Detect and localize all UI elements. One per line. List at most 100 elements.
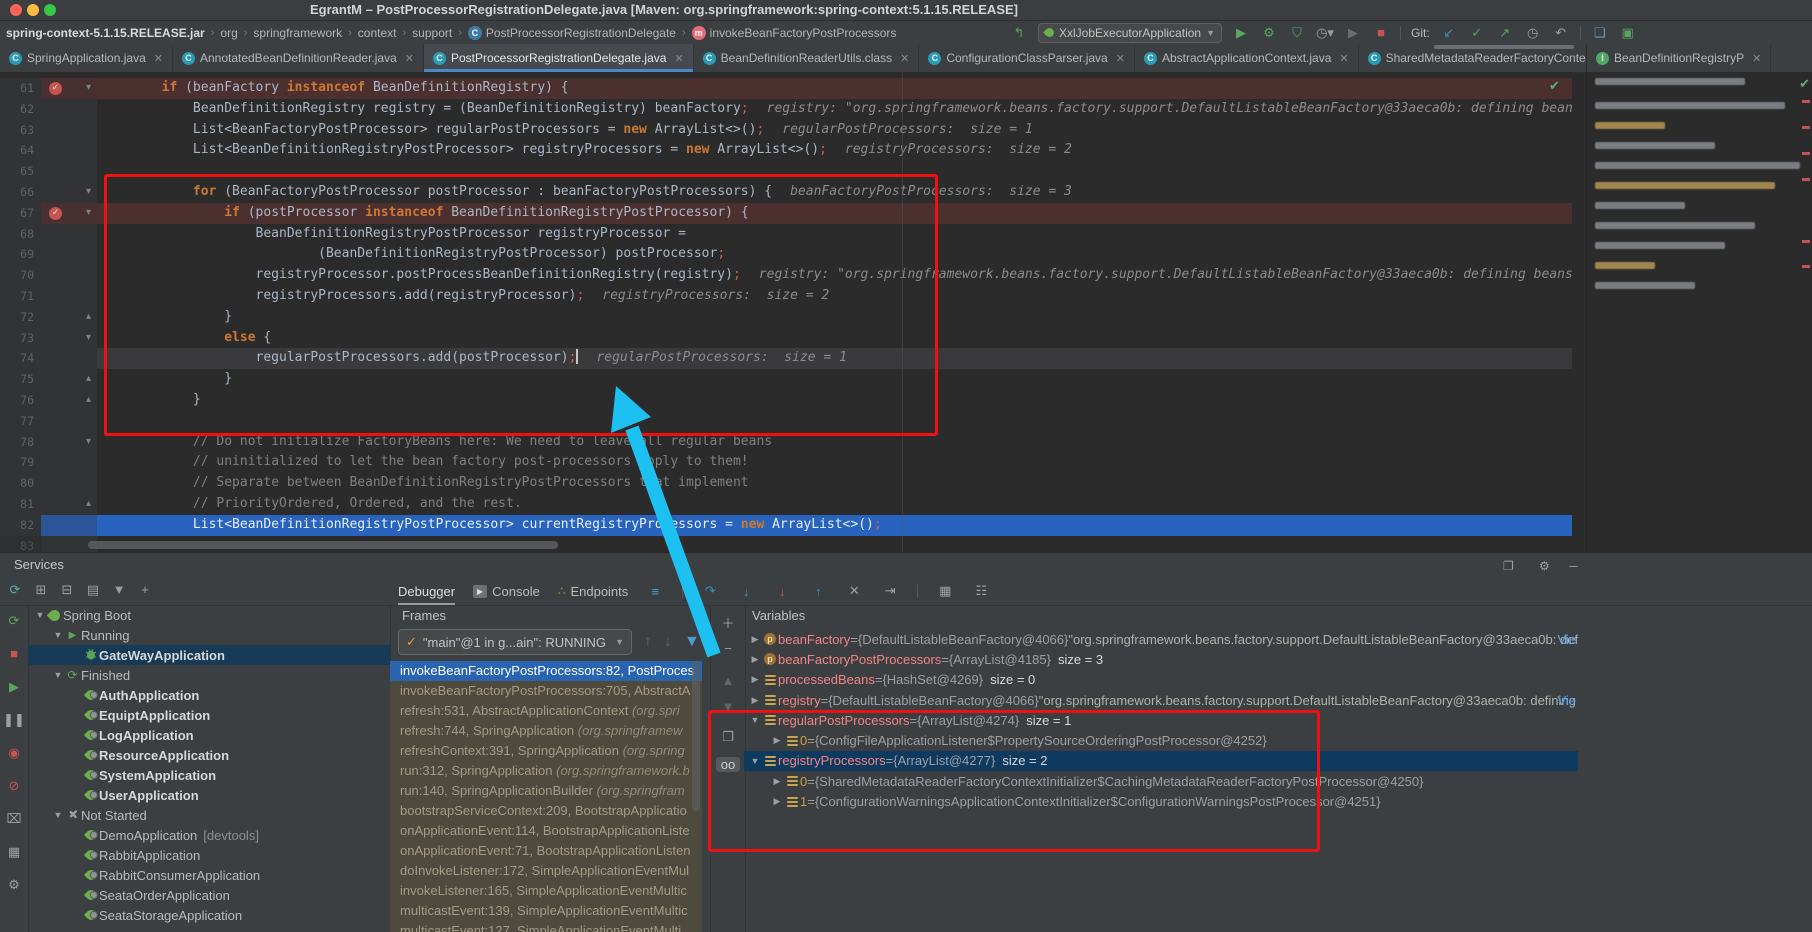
code-line[interactable]: 75▴ } [0,369,1572,390]
remove-watch-icon[interactable]: − [711,641,745,656]
stack-frame-row[interactable]: onApplicationEvent:114, BootstrapApplica… [390,821,702,841]
frames-scrollbar[interactable] [692,661,700,811]
code-line[interactable]: 81▴ // PriorityOrdered, Ordered, and the… [0,494,1572,515]
thread-dump-icon[interactable]: ⌧ [0,811,28,827]
variable-row[interactable]: ▶0 = {SharedMetadataReaderFactoryContext… [744,771,1578,791]
stack-frame-row[interactable]: invokeBeanFactoryPostProcessors:705, Abs… [390,681,702,701]
tool-windows-icon[interactable]: ❏ [1591,25,1609,41]
stack-frame-row[interactable]: invokeBeanFactoryPostProcessors:82, Post… [390,661,702,681]
code-line[interactable]: 78▾ // Do not initialize FactoryBeans he… [0,432,1572,453]
expand-all-icon[interactable]: ⊞ [32,582,50,598]
mute-breakpoints-icon[interactable]: ⊘ [0,778,28,794]
stack-frame-row[interactable]: onApplicationEvent:71, BootstrapApplicat… [390,841,702,861]
services-tree-item[interactable]: SeataOrderApplication [28,885,390,905]
view-breakpoints-icon[interactable]: ◉ [0,745,28,761]
filter-icon[interactable]: ▼ [110,582,128,597]
run-configuration-select[interactable]: XxlJobExecutorApplication ▼ [1038,23,1222,43]
code-line[interactable]: 64 List<BeanDefinitionRegistryPostProces… [0,140,1572,161]
code-line[interactable]: 77 [0,411,1572,432]
tree-expander-icon[interactable]: ▶ [748,674,762,685]
code-line[interactable]: 68 BeanDefinitionRegistryPostProcessor r… [0,224,1572,245]
code-line[interactable]: 73▾ else { [0,328,1572,349]
collapse-all-icon[interactable]: ⊟ [58,582,76,598]
tree-expander-icon[interactable]: ▼ [52,630,64,640]
breakpoint-icon[interactable]: ✓ [49,82,62,95]
code-fold-icon[interactable]: ▾ [86,203,91,224]
editor-horizontal-scrollbar[interactable] [88,541,558,549]
close-tab-icon[interactable]: ✕ [1752,52,1761,65]
code-line[interactable]: 70 registryProcessor.postProcessBeanDefi… [0,265,1572,286]
git-push-icon[interactable]: ↗ [1496,25,1514,41]
tree-expander-icon[interactable]: ▼ [34,610,46,620]
dump-grid-icon[interactable]: ▦ [0,844,28,860]
run-anything-icon[interactable]: ▣ [1619,25,1637,41]
stack-frame-row[interactable]: bootstrapServiceContext:209, BootstrapAp… [390,801,702,821]
step-over-icon[interactable]: ↷ [701,583,719,599]
hide-panel-icon[interactable]: ─ [1569,559,1578,573]
debug-settings-gear-icon[interactable]: ⚙ [0,877,28,893]
stack-frame-row[interactable]: refreshContext:391, SpringApplication (o… [390,741,702,761]
close-tab-icon[interactable]: ✕ [154,52,163,65]
settings-matrix-icon[interactable]: ☷ [972,583,990,599]
close-tab-icon[interactable]: ✕ [1339,52,1348,65]
editor-tab[interactable]: CSpringApplication.java✕ [0,44,173,72]
profiler-button[interactable]: ◷▾ [1316,25,1334,41]
stack-frame-row[interactable]: doInvokeListener:172, SimpleApplicationE… [390,861,702,881]
code-line[interactable]: 82 List<BeanDefinitionRegistryPostProces… [0,515,1572,536]
minimize-window-icon[interactable] [27,4,39,16]
tree-expander-icon[interactable]: ▶ [770,796,784,807]
code-fold-icon[interactable]: ▴ [86,390,91,411]
stack-frame-row[interactable]: run:140, SpringApplicationBuilder (org.s… [390,781,702,801]
variable-row[interactable]: ▶0 = {ConfigFileApplicationListener$Prop… [744,730,1578,750]
float-window-icon[interactable]: ❐ [1503,559,1514,573]
git-update-icon[interactable]: ↙ [1440,25,1458,41]
layout-settings-icon[interactable]: ≡ [646,584,664,599]
code-fold-icon[interactable]: ▾ [86,78,91,99]
evaluate-expression-icon[interactable]: ▦ [936,583,954,599]
gear-icon[interactable]: ⚙ [1539,559,1550,573]
services-tree-item[interactable]: RabbitConsumerApplication [28,865,390,885]
code-line[interactable]: 80 // Separate between BeanDefinitionReg… [0,473,1572,494]
services-tree-item[interactable]: SeataStorageApplication [28,905,390,925]
editor-tab[interactable]: CAbstractApplicationContext.java✕ [1135,44,1359,72]
code-fold-icon[interactable]: ▾ [86,182,91,203]
close-tab-icon[interactable]: ✕ [900,52,909,65]
variable-row[interactable]: ▼registryProcessors = {ArrayList@4277} s… [744,751,1578,771]
run-to-cursor-icon[interactable]: ⇥ [881,583,899,599]
group-by-icon[interactable]: ▤ [84,582,102,598]
services-tree-item[interactable]: LogApplication [28,725,390,745]
drop-frame-icon[interactable]: ✕ [845,583,863,599]
close-tab-icon[interactable]: ✕ [1116,52,1125,65]
step-out-icon[interactable]: ↑ [809,584,827,599]
services-tree-item[interactable]: ResourceApplication [28,745,390,765]
git-commit-icon[interactable]: ✓ [1468,25,1486,41]
code-fold-icon[interactable]: ▾ [86,432,91,453]
resume-program-icon[interactable]: ▶ [0,679,28,695]
history-icon[interactable]: ◷ [1524,25,1542,41]
stack-frame-row[interactable]: refresh:531, AbstractApplicationContext … [390,701,702,721]
force-step-into-icon[interactable]: ↓ [773,584,791,599]
variable-row[interactable]: ▶pbeanFactory = {DefaultListableBeanFact… [744,629,1578,649]
services-tree-item[interactable]: GateWayApplication [28,645,390,665]
step-into-icon[interactable]: ↓ [737,584,755,599]
breadcrumb-item[interactable]: context [358,26,397,40]
services-tree-item[interactable]: SystemApplication [28,765,390,785]
breadcrumb-item[interactable]: spring-context-5.1.15.RELEASE.jar [6,26,205,40]
run-button[interactable]: ▶ [1232,25,1250,41]
editor-tab[interactable]: CAnnotatedBeanDefinitionReader.java✕ [173,44,424,72]
services-tree-item[interactable]: ▼⟳Finished [28,665,390,685]
services-tree-item[interactable]: ▼Spring Boot [28,605,390,625]
tree-expander-icon[interactable]: ▼ [52,810,64,820]
close-window-icon[interactable] [10,4,22,16]
breadcrumb-item[interactable]: invokeBeanFactoryPostProcessors [710,26,897,40]
code-line[interactable]: 76▴ } [0,390,1572,411]
code-line[interactable]: 61✓▾ if (beanFactory instanceof BeanDefi… [0,78,1572,99]
stack-frame-row[interactable]: multicastEvent:127, SimpleApplicationEve… [390,921,702,932]
duplicate-watch-icon[interactable]: ❐ [711,729,745,745]
stack-frame-row[interactable]: run:312, SpringApplication (org.springfr… [390,761,702,781]
code-line[interactable]: 72▴ } [0,307,1572,328]
stack-frame-row[interactable]: multicastEvent:139, SimpleApplicationEve… [390,901,702,921]
stop-button[interactable]: ■ [1372,25,1390,40]
variable-row[interactable]: ▶pbeanFactoryPostProcessors = {ArrayList… [744,649,1578,669]
tree-expander-icon[interactable]: ▶ [770,735,784,746]
